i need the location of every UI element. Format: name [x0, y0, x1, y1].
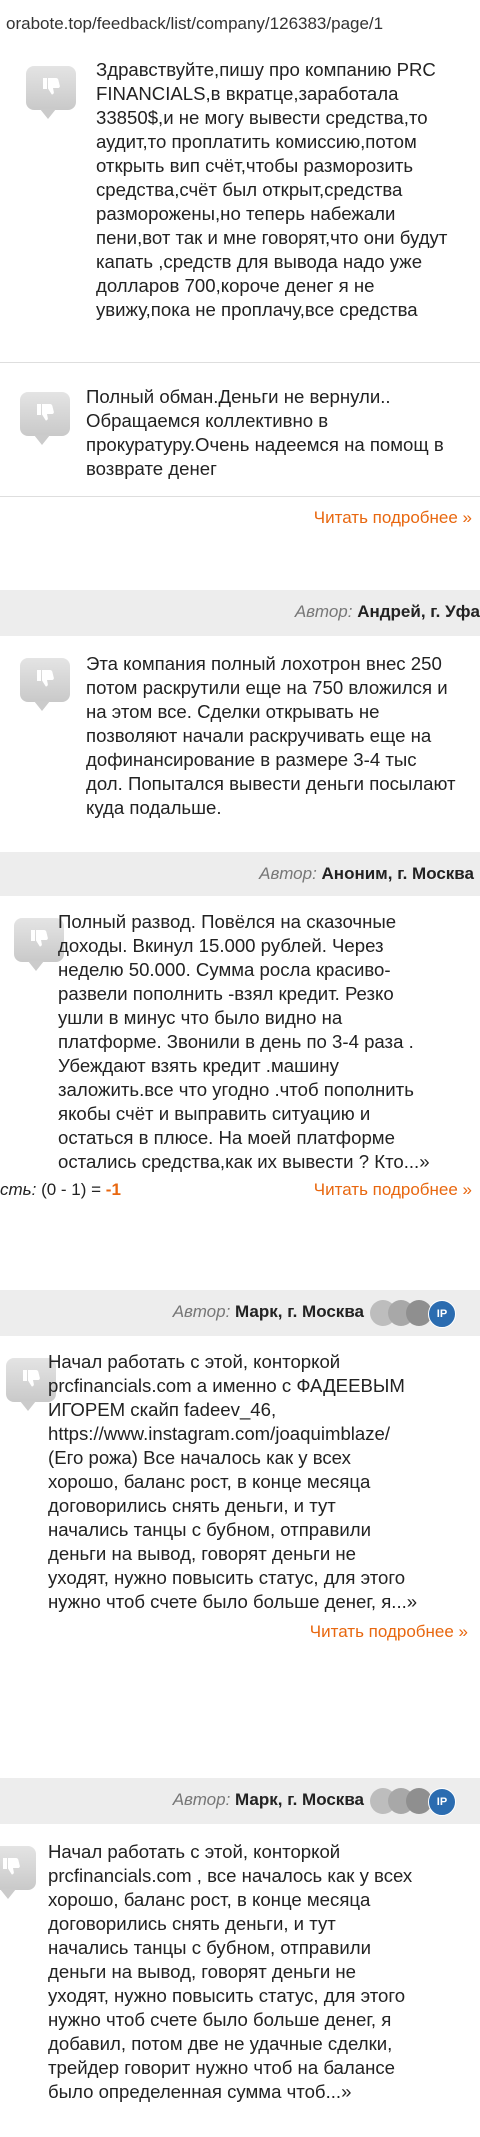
read-more-link[interactable]: Читать подробнее » [310, 1622, 468, 1642]
review-text: Здравствуйте,пишу про компанию PRC FINAN… [96, 59, 448, 320]
thumbs-down-icon [20, 392, 70, 445]
author-label: Автор: [294, 602, 353, 621]
author-label: Автор: [172, 1302, 231, 1321]
thumbs-down-icon [20, 658, 70, 711]
author-name[interactable]: Андрей, г. Уфа [357, 602, 480, 621]
author-label: Автор: [172, 1790, 231, 1809]
ip-badge: IP [428, 1788, 456, 1816]
read-more-link[interactable]: Читать подробнее » [314, 1180, 472, 1200]
score-expression: (0 - 1) = [41, 1180, 102, 1199]
rating-score: сть: (0 - 1) = -1 [0, 1180, 121, 1200]
url-bar[interactable]: orabote.top/feedback/list/company/126383… [0, 0, 480, 40]
ip-badge: IP [428, 1300, 456, 1328]
thumbs-down-icon [26, 66, 76, 119]
author-name[interactable]: Марк, г. Москва [235, 1302, 364, 1321]
thumbs-down-icon [14, 918, 64, 971]
rating-dots-icon: IP [370, 1787, 478, 1816]
author-name[interactable]: Марк, г. Москва [235, 1790, 364, 1809]
review-text: Начал работать с этой, конторкой prcfina… [48, 1841, 413, 2102]
read-more-link[interactable]: Читать подробнее » [314, 508, 472, 528]
author-line: Автор: Аноним, г. Москва [259, 864, 474, 884]
divider [0, 362, 480, 363]
review-text: Полный обман.Деньги не вернули.. Обращае… [86, 386, 444, 479]
divider [0, 496, 480, 497]
author-name[interactable]: Аноним, г. Москва [322, 864, 474, 883]
score-value: -1 [105, 1180, 121, 1199]
thumbs-down-icon [0, 1846, 36, 1899]
author-line: Автор: Андрей, г. Уфа [295, 602, 480, 622]
author-line: Автор: Марк, г. Москва [173, 1790, 364, 1810]
rating-dots-icon: IP [370, 1299, 478, 1328]
review-text: Полный развод. Повёлся на сказочные дохо… [58, 911, 430, 1172]
author-label: Автор: [259, 864, 317, 883]
review-text: Начал работать с этой, конторкой prcfina… [48, 1351, 418, 1612]
score-label: сть: [0, 1180, 37, 1199]
review-text: Эта компания полный лохотрон внес 250 по… [86, 653, 456, 818]
author-line: Автор: Марк, г. Москва [173, 1302, 364, 1322]
